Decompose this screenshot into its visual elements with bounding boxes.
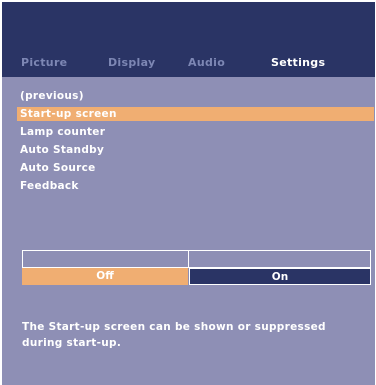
menu-item-previous[interactable]: (previous) [20,89,84,103]
help-text: The Start-up screen can be shown or supp… [22,321,326,349]
menu-item-auto-source[interactable]: Auto Source [20,161,96,175]
tab-picture[interactable]: Picture [21,53,67,73]
tab-bar: Picture Display Audio Settings [2,2,375,77]
menu-item-feedback[interactable]: Feedback [20,179,79,193]
start-up-screen-toggle: Off On [22,250,371,286]
toggle-option-off[interactable]: Off [22,268,188,285]
tab-settings[interactable]: Settings [271,53,325,73]
tab-display[interactable]: Display [108,53,155,73]
menu-item-lamp-counter[interactable]: Lamp counter [20,125,105,139]
menu-item-auto-standby[interactable]: Auto Standby [20,143,104,157]
toggle-frame [22,250,371,268]
toggle-option-on[interactable]: On [189,268,371,285]
tab-audio[interactable]: Audio [188,53,225,73]
osd-menu-panel: Picture Display Audio Settings (previous… [2,2,375,385]
menu-item-start-up-screen[interactable]: Start-up screen [17,107,374,121]
toggle-divider [188,251,189,267]
